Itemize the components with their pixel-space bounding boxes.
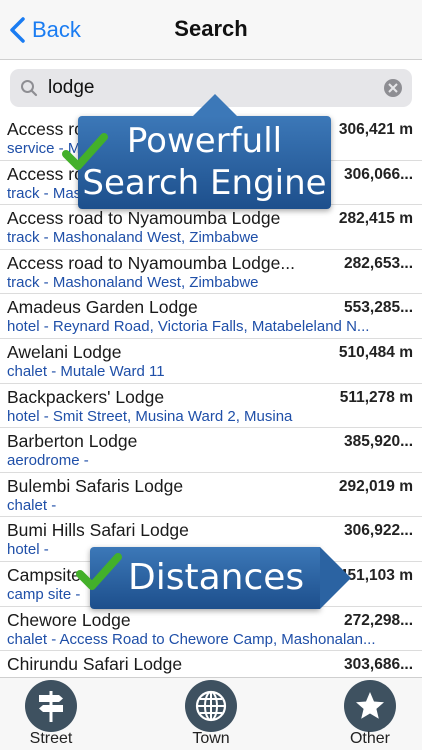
item-name: Chirundu Safari Lodge <box>7 654 183 675</box>
item-distance: 553,285... <box>344 299 413 317</box>
item-distance: 282,653... <box>344 254 413 272</box>
list-item[interactable]: Bulembi Safaris Lodge chalet - 292,019 m <box>0 473 422 518</box>
item-distance: 306,922... <box>344 522 413 540</box>
page-title: Search <box>174 16 248 41</box>
item-subtitle: track - Mashonaland West, Zimbabwe <box>7 229 259 247</box>
item-subtitle: hotel - Smit Street, Musina Ward 2, Musi… <box>7 407 293 425</box>
close-icon <box>388 83 398 93</box>
globe-icon <box>185 680 237 732</box>
checkmark-icon <box>76 553 122 590</box>
item-name: Access road to Nyamoumba Lodge... <box>7 252 295 273</box>
callout-line-1: Powerfull <box>126 121 283 161</box>
item-name: Bulembi Safaris Lodge <box>7 475 184 496</box>
search-icon <box>21 80 38 97</box>
item-subtitle: hotel - Reynard Road, Victoria Falls, Ma… <box>7 318 370 336</box>
item-name: Access road to Nyamoumba Lodge <box>7 208 281 229</box>
item-name: Backpackers' Lodge <box>7 386 165 407</box>
tab-label: Other <box>349 730 390 747</box>
clear-search-button[interactable] <box>384 79 402 97</box>
tab-street[interactable]: Street <box>6 678 96 750</box>
list-item[interactable]: Access road to Nyamoumba Lodge... track -… <box>0 250 422 295</box>
item-subtitle: chalet - Access Road to Chewore Camp, Ma… <box>7 630 376 648</box>
tab-label: Town <box>192 730 230 747</box>
star-icon <box>344 680 396 732</box>
item-name: Chewore Lodge <box>7 609 131 630</box>
list-item[interactable]: Amadeus Garden Lodge hotel - Reynard Road… <box>0 294 422 339</box>
tab-other[interactable]: Other <box>325 678 415 750</box>
signpost-icon <box>25 680 77 732</box>
item-distance: 510,484 m <box>338 343 413 361</box>
list-item[interactable]: Chirundu Safari Lodge 303,686... <box>0 651 422 677</box>
callout-pointer <box>193 94 237 116</box>
list-item[interactable]: Barberton Lodge aerodrome - 385,920... <box>0 428 422 473</box>
item-subtitle: chalet - Mutale Ward 11 <box>7 362 165 380</box>
item-distance: 282,415 m <box>338 210 413 228</box>
item-distance: 303,686... <box>344 656 413 674</box>
tab-label: Street <box>29 730 73 747</box>
item-subtitle: track - Mashonaland West, Zimbabwe <box>7 273 259 291</box>
tab-town[interactable]: Town <box>166 678 256 750</box>
list-item[interactable]: Access road to Nyamoumba Lodgetrack - Ma… <box>0 205 422 250</box>
item-distance: 385,920... <box>344 433 413 451</box>
callout-line-2: Search Engine <box>82 163 327 203</box>
callout-text: Distances <box>128 557 305 598</box>
list-item[interactable]: Backpackers' Lodge hotel - Smit Street, M… <box>0 384 422 429</box>
item-distance: 306,066... <box>344 165 413 183</box>
list-item[interactable]: Awelani Lodge chalet - Mutale Ward 11 510,… <box>0 339 422 384</box>
list-item[interactable]: Chewore Lodge chalet - Access Road to Che… <box>0 607 422 652</box>
item-distance: 306,421 m <box>338 121 413 138</box>
item-name: Amadeus Garden Lodge <box>7 297 198 318</box>
item-name: Awelani Lodge <box>7 341 122 362</box>
item-name: Bumi Hills Safari Lodge <box>7 520 189 541</box>
item-distance: 511,278 m <box>339 388 413 406</box>
search-engine-callout: Powerfull Search Engine <box>78 94 331 209</box>
item-subtitle: chalet - <box>7 496 57 514</box>
callout-arrow <box>320 547 351 609</box>
item-name: Barberton Lodge <box>7 431 138 452</box>
tab-bar: Street Town Other <box>0 677 422 750</box>
checkmark-icon <box>62 133 108 170</box>
item-subtitle: aerodrome - <box>7 452 89 470</box>
navigation-bar: Back Search <box>0 0 422 60</box>
item-distance: 272,298... <box>344 611 413 629</box>
distances-callout: Distances <box>90 547 351 609</box>
item-distance: 292,019 m <box>338 477 413 495</box>
